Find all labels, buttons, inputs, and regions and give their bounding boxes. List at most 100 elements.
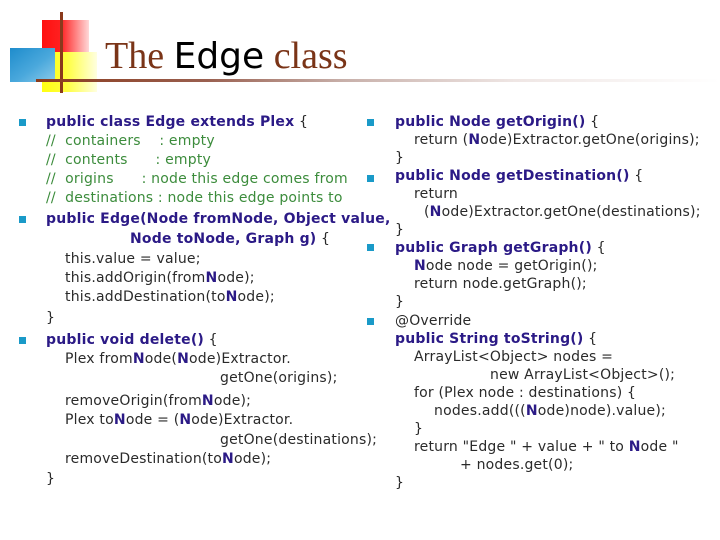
title-underline <box>36 79 720 82</box>
constructor-signature-line1: public Edge(Node fromNode, Object value, <box>46 211 391 227</box>
highlight-n: N <box>414 258 426 274</box>
code-line: this.value = value; <box>65 251 201 267</box>
closing-brace: } <box>395 150 405 166</box>
code-text: ode); <box>217 270 255 286</box>
highlight-n: N <box>468 132 481 148</box>
highlight-n: N <box>201 393 214 409</box>
code-text: ode node = getOrigin(); <box>425 258 598 274</box>
title-prefix: The <box>105 35 174 77</box>
closing-brace: } <box>395 475 405 491</box>
code-text: ode); <box>213 393 252 409</box>
highlight-n: N <box>132 351 145 367</box>
bullet-icon <box>367 244 374 251</box>
code-line-class-decl: public class Edge extends Plex { <box>46 113 308 131</box>
code-line: for (Plex node : destinations) { <box>414 385 637 401</box>
code-line: Plex toNode = (Node)Extractor. <box>65 411 293 429</box>
delete-signature: public void delete() { <box>46 331 218 349</box>
comment-line: // origins : node this edge comes from <box>46 171 348 187</box>
code-line: this.addDestination(toNode); <box>65 288 275 306</box>
brace: { <box>316 231 331 247</box>
code-line: nodes.add(((Node)node).value); <box>434 402 666 420</box>
code-text: ode)node).value); <box>537 403 666 419</box>
brace: { <box>204 332 218 348</box>
code-line: return node.getGraph(); <box>414 276 587 292</box>
highlight-n: N <box>225 289 238 305</box>
code-line: return <box>414 186 459 202</box>
code-line: getOne(destinations); <box>220 432 378 448</box>
code-text: ode = ( <box>125 412 180 428</box>
closing-brace: } <box>395 294 405 310</box>
comment-line: // contents : empty <box>46 152 212 168</box>
code-text: ode( <box>144 351 178 367</box>
code-line: this.addOrigin(fromNode); <box>65 269 255 287</box>
code-text: Plex from <box>65 351 133 367</box>
keyword-text: Node toNode, Graph g) <box>130 231 317 247</box>
code-text: ode)Extractor. <box>191 412 294 428</box>
keyword-text: public Node getOrigin() <box>395 114 586 130</box>
title-code: Edge <box>173 36 265 77</box>
code-text: ode)Extractor.getOne(destinations); <box>441 204 701 220</box>
brace: { <box>294 114 309 130</box>
bullet-icon <box>19 337 26 344</box>
bullet-icon <box>19 216 26 223</box>
highlight-n: N <box>525 403 538 419</box>
code-text: removeDestination(to <box>65 451 223 467</box>
code-text: nodes.add((( <box>434 403 526 419</box>
code-line: ArrayList<Object> nodes = <box>414 349 614 365</box>
closing-brace: } <box>395 222 405 238</box>
closing-brace: } <box>46 310 56 326</box>
code-text: ode " <box>640 439 679 455</box>
code-line: Plex fromNode(Node)Extractor. <box>65 350 291 368</box>
to-string-signature: public String toString() { <box>395 330 597 348</box>
get-origin-signature: public Node getOrigin() { <box>395 113 599 131</box>
code-text: Plex to <box>65 412 114 428</box>
get-graph-signature: public Graph getGraph() { <box>395 239 606 257</box>
keyword-text: public class Edge extends Plex <box>46 114 295 130</box>
highlight-n: N <box>177 351 189 367</box>
override-annotation: @Override <box>395 313 472 329</box>
keyword-text: public Node getDestination() <box>395 168 630 184</box>
code-line: removeOrigin(fromNode); <box>65 392 251 410</box>
brace: { <box>583 331 598 347</box>
code-line: return "Edge " + value + " to Node " <box>414 438 679 456</box>
code-text: ode); <box>233 451 272 467</box>
title-suffix: class <box>264 35 348 77</box>
slide-title: The Edge class <box>105 33 348 79</box>
brace: { <box>591 240 606 256</box>
code-text: this.addDestination(to <box>65 289 226 305</box>
brace: { <box>629 168 644 184</box>
code-line: (Node)Extractor.getOne(destinations); <box>424 203 701 221</box>
bullet-icon <box>367 318 374 325</box>
constructor-signature-line2: Node toNode, Graph g) { <box>130 230 330 248</box>
comment-line: // containers : empty <box>46 133 215 149</box>
closing-brace: } <box>46 471 56 487</box>
code-line: removeDestination(toNode); <box>65 450 271 468</box>
get-destination-signature: public Node getDestination() { <box>395 167 643 185</box>
keyword-text: public Graph getGraph() <box>395 240 592 256</box>
bullet-icon <box>367 175 374 182</box>
code-text: ode)Extractor.getOne(origins); <box>480 132 700 148</box>
code-line: return (Node)Extractor.getOne(origins); <box>414 131 700 149</box>
brace: { <box>585 114 600 130</box>
closing-brace: } <box>414 421 424 437</box>
highlight-n: N <box>179 412 192 428</box>
keyword-text: public String toString() <box>395 331 584 347</box>
code-text: this.addOrigin(from <box>65 270 206 286</box>
code-text: ode); <box>237 289 275 305</box>
highlight-n: N <box>429 204 442 220</box>
bullet-icon <box>19 119 26 126</box>
highlight-n: N <box>222 451 234 467</box>
code-text: return ( <box>414 132 469 148</box>
keyword-text: public void delete() <box>46 332 205 348</box>
code-line: Node node = getOrigin(); <box>414 257 598 275</box>
code-text: return "Edge " + value + " to <box>414 439 629 455</box>
code-line: + nodes.get(0); <box>460 457 574 473</box>
bullet-icon <box>367 119 374 126</box>
code-text: ode)Extractor. <box>189 351 291 367</box>
code-line: getOne(origins); <box>220 370 338 386</box>
highlight-n: N <box>205 270 218 286</box>
decor-blue-square <box>10 48 55 82</box>
code-line: new ArrayList<Object>(); <box>490 367 676 383</box>
highlight-n: N <box>628 439 641 455</box>
code-text: removeOrigin(from <box>65 393 202 409</box>
